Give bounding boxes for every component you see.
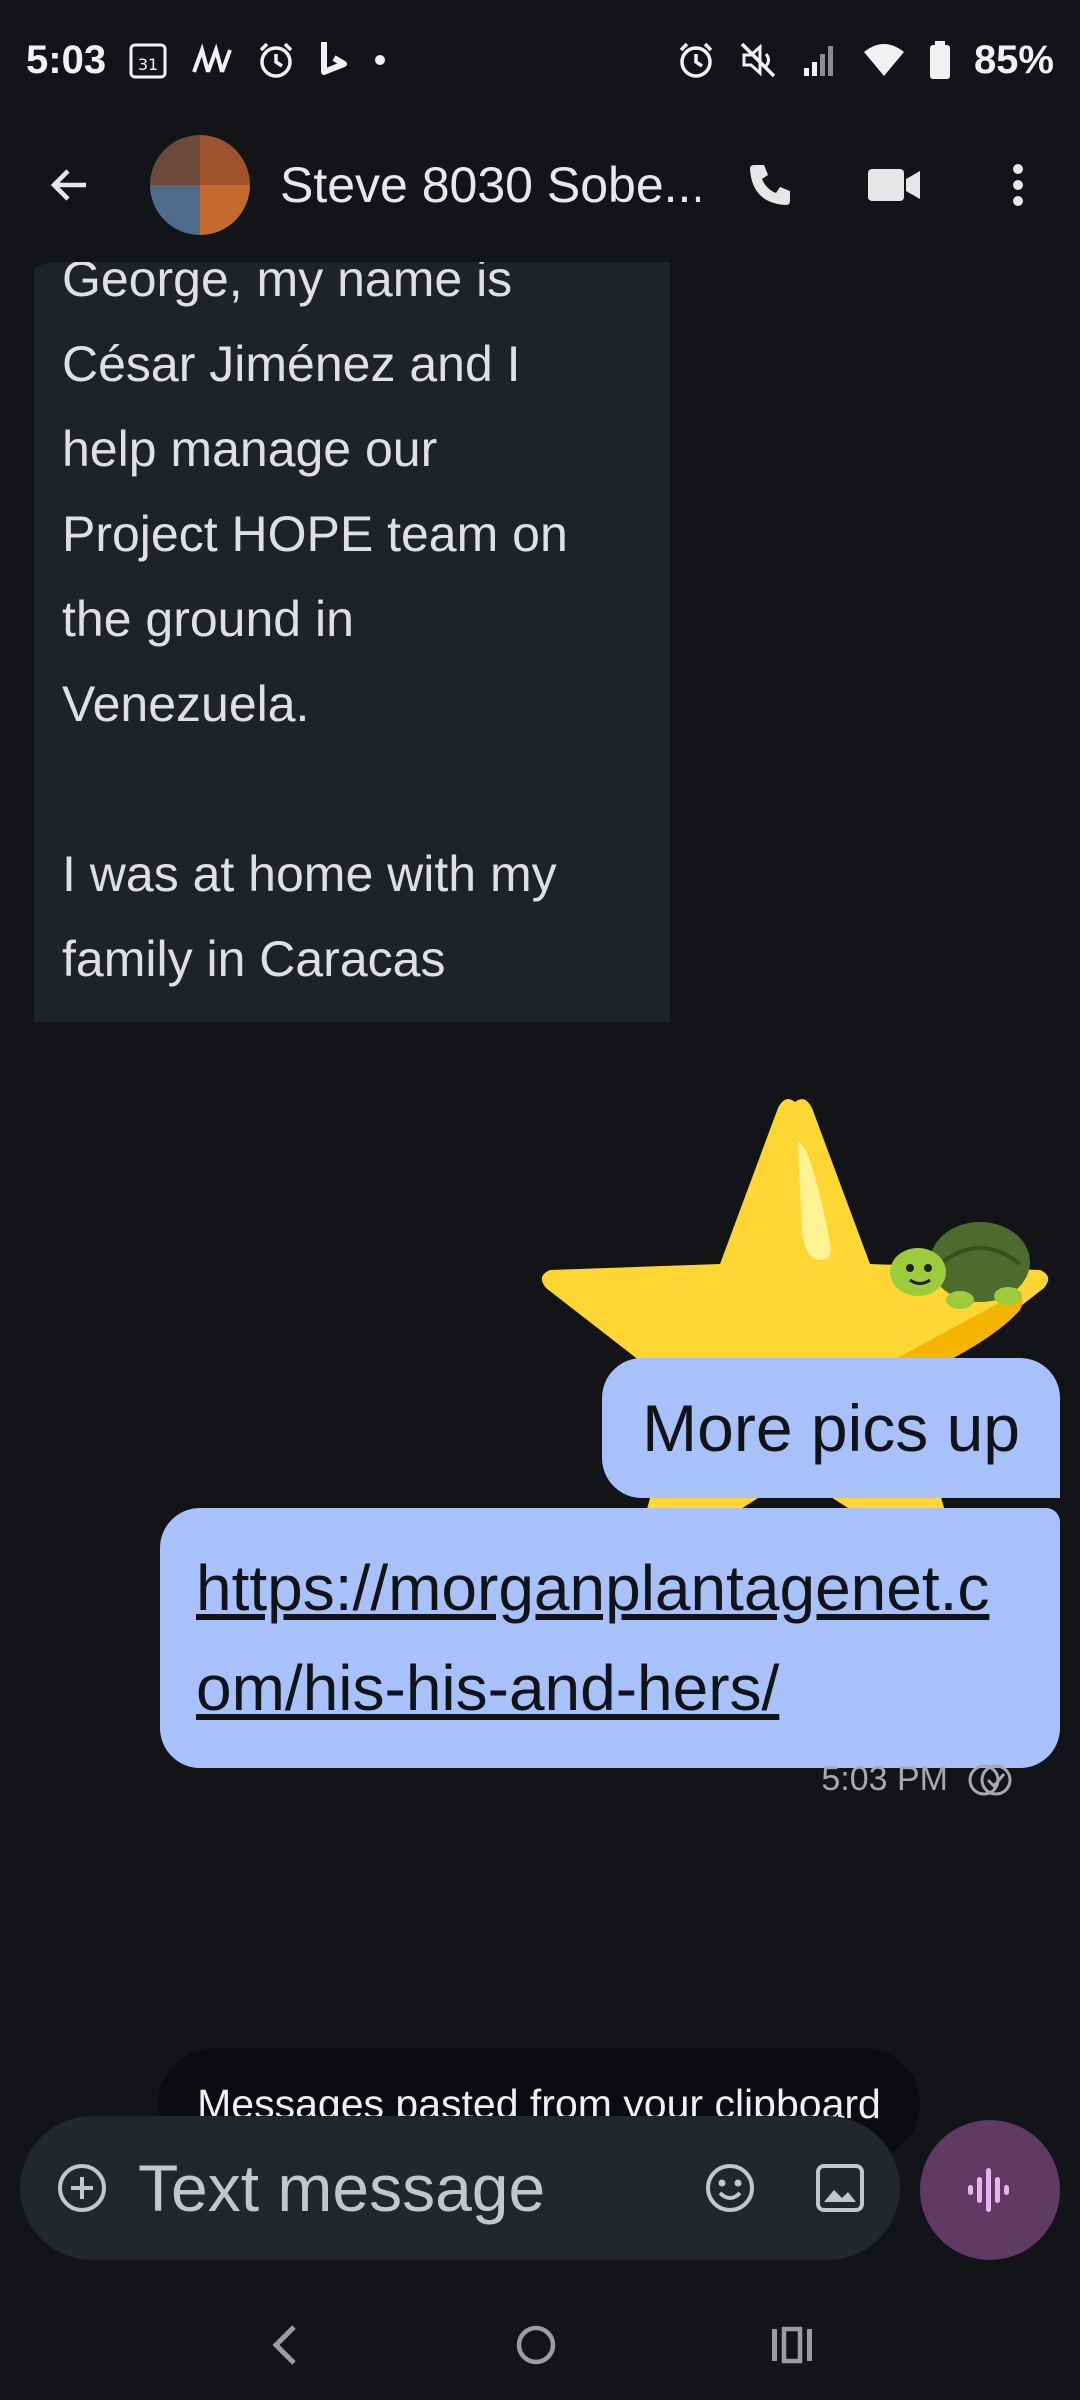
video-call-button[interactable] bbox=[862, 153, 926, 217]
header-actions bbox=[738, 153, 1050, 217]
avatar-tile-3 bbox=[150, 185, 200, 235]
call-button[interactable] bbox=[738, 153, 802, 217]
avatar-tile-1 bbox=[150, 135, 200, 185]
phone-icon bbox=[750, 165, 790, 205]
recents-icon bbox=[772, 2326, 812, 2364]
nav-recents-button[interactable] bbox=[768, 2325, 816, 2365]
arrow-left-icon bbox=[50, 169, 86, 201]
video-camera-icon bbox=[868, 169, 920, 201]
conversation-header: Steve 8030 Sobe... bbox=[0, 120, 1080, 250]
back-button[interactable] bbox=[30, 145, 110, 225]
waveform-icon bbox=[968, 2168, 1009, 2212]
outgoing-message-bubble[interactable]: More pics up bbox=[602, 1358, 1060, 1498]
contact-avatar[interactable] bbox=[150, 135, 250, 235]
plus-circle-icon bbox=[58, 2164, 106, 2212]
voice-message-button[interactable] bbox=[920, 2120, 1060, 2260]
smiley-icon bbox=[706, 2164, 754, 2212]
app-notification-icon bbox=[190, 42, 234, 78]
outgoing-link-bubble[interactable]: https://morganplantagenet.com/his-his-an… bbox=[160, 1508, 1060, 1768]
battery-icon bbox=[928, 40, 952, 80]
image-icon bbox=[816, 2164, 864, 2212]
alarm-icon bbox=[256, 40, 296, 80]
emoji-button[interactable] bbox=[702, 2160, 758, 2216]
contact-name[interactable]: Steve 8030 Sobe... bbox=[280, 156, 700, 214]
wifi-icon bbox=[862, 40, 906, 80]
status-right: 85% bbox=[676, 38, 1054, 83]
calendar-icon: 31 bbox=[128, 40, 168, 80]
nav-back-button[interactable] bbox=[264, 2321, 304, 2369]
gallery-button[interactable] bbox=[814, 2162, 866, 2214]
mute-icon bbox=[738, 40, 778, 80]
more-options-button[interactable] bbox=[986, 153, 1050, 217]
avatar-tile-2 bbox=[200, 135, 250, 185]
status-left: 5:03 31 bbox=[26, 38, 388, 83]
message-list[interactable]: George, my name is César Jiménez and I h… bbox=[0, 262, 1080, 2112]
message-input[interactable]: Text message bbox=[138, 2150, 702, 2226]
message-status-row: 5:03 PM bbox=[821, 1760, 1014, 1799]
battery-percent: 85% bbox=[973, 37, 1054, 82]
star-sticker[interactable] bbox=[540, 1082, 1050, 1582]
incoming-message-bubble[interactable]: George, my name is César Jiménez and I h… bbox=[34, 262, 670, 1022]
more-notifications-dot-icon bbox=[372, 52, 388, 68]
svg-text:31: 31 bbox=[138, 55, 158, 74]
alarm-status-icon bbox=[676, 40, 716, 80]
bing-icon bbox=[318, 40, 350, 80]
home-circle-icon bbox=[516, 2325, 556, 2365]
compose-actions bbox=[702, 2160, 866, 2216]
message-timestamp: 5:03 PM bbox=[821, 1760, 948, 1798]
incoming-message-text: George, my name is César Jiménez and I h… bbox=[62, 262, 568, 1022]
status-time: 5:03 bbox=[26, 37, 107, 82]
status-bar: 5:03 31 85% bbox=[0, 0, 1080, 120]
system-nav-bar bbox=[0, 2290, 1080, 2400]
avatar-tile-4 bbox=[200, 185, 250, 235]
nav-home-button[interactable] bbox=[512, 2321, 560, 2369]
add-attachment-button[interactable] bbox=[54, 2160, 110, 2216]
cell-signal-icon bbox=[800, 40, 840, 80]
more-vertical-icon bbox=[1013, 164, 1023, 206]
outgoing-message-text: More pics up bbox=[642, 1391, 1020, 1465]
message-link[interactable]: https://morganplantagenet.com/his-his-an… bbox=[196, 1552, 989, 1724]
chevron-left-icon bbox=[272, 2325, 296, 2365]
delivered-check-icon bbox=[968, 1764, 1012, 1795]
compose-bar: Text message bbox=[20, 2116, 900, 2260]
